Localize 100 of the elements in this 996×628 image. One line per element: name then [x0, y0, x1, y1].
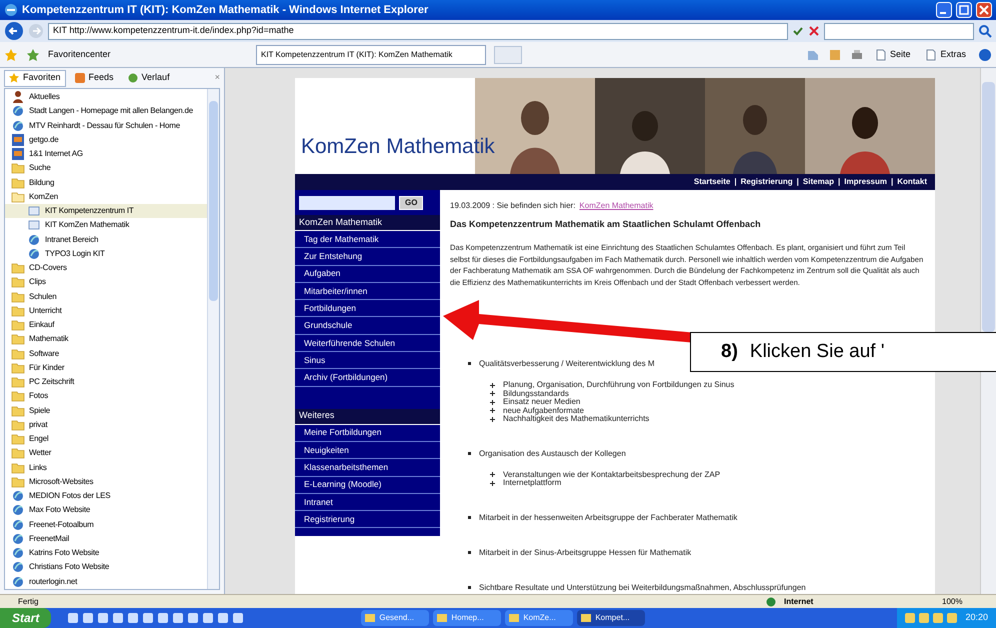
site-title: KomZen Mathematik	[301, 134, 495, 160]
folder-icon	[11, 446, 25, 460]
favorite-item[interactable]: Aktuelles	[5, 90, 207, 104]
browser-tab[interactable]: KIT Kompetenzzentrum IT (KIT): KomZen Mathematik	[256, 44, 486, 64]
folder-icon	[11, 404, 25, 418]
link-separator: |	[796, 176, 799, 188]
window-title: Kompetenzzentrum IT (KIT): KomZen Mathematik - Windows Internet Explorer	[22, 2, 430, 18]
favorite-item[interactable]: KIT Kompetenzzentrum IT	[5, 204, 207, 218]
favorite-item[interactable]: Fotos	[5, 389, 207, 404]
taskbar-button[interactable]: KomZe...	[505, 610, 574, 626]
favorite-item[interactable]: Christians Foto Website	[5, 560, 207, 574]
favorite-item[interactable]: PC Zeitschrift	[5, 375, 207, 390]
nav-link[interactable]: Startseite	[694, 176, 730, 188]
globe-icon	[11, 503, 25, 518]
favorite-item[interactable]: getgo.de	[5, 132, 207, 147]
tray-icon	[947, 613, 958, 623]
breadcrumb-link[interactable]: KomZen Mathematik	[579, 200, 654, 211]
toolbar-menu[interactable]: Seite	[872, 48, 914, 62]
bullet-text: Mitarbeit in der hessenweiten Arbeitsgruppe der Fachberater Mathematik	[479, 512, 738, 522]
nav-menu-item[interactable]: E-Learning (Moodle)	[295, 476, 440, 494]
browser-icon	[4, 3, 18, 17]
nav-menu-item[interactable]: Neuigkeiten	[295, 442, 440, 460]
nav-menu-item[interactable]: Archiv (Fortbildungen)	[295, 369, 440, 387]
taskbar-button[interactable]: Gesend...	[361, 610, 430, 626]
favorite-item[interactable]: Mathematik	[5, 332, 207, 346]
go-button[interactable]: GO	[399, 196, 424, 210]
favorite-item[interactable]: Microsoft-Websites	[5, 474, 207, 489]
favorite-item[interactable]: Software	[5, 346, 207, 361]
favorite-item[interactable]: Stadt Langen - Homepage mit allen Belangen.de	[5, 104, 207, 118]
nav-link[interactable]: Kontakt	[897, 176, 927, 188]
link-separator: |	[838, 176, 840, 188]
favorite-item[interactable]: CD-Covers	[5, 261, 207, 276]
close-icon	[976, 2, 992, 18]
link-separator: |	[734, 176, 737, 188]
scrollbar[interactable]	[980, 68, 996, 594]
nav-menu-item[interactable]: Aufgaben	[295, 266, 440, 283]
window-icon	[437, 613, 448, 623]
add-favorite-icon	[26, 48, 40, 62]
favorite-item[interactable]: KIT KomZen Mathematik	[5, 218, 207, 232]
nav-menu-item[interactable]: Fortbildungen	[295, 300, 440, 318]
favorites-label[interactable]: Favoritencenter	[48, 48, 248, 62]
favorite-item[interactable]: Wetter	[5, 446, 207, 460]
new-tab-button[interactable]	[494, 46, 522, 64]
favorite-item[interactable]: Max Foto Website	[5, 503, 207, 518]
start-button[interactable]: Start	[0, 608, 52, 628]
nav-menu-item[interactable]: Registrierung	[295, 511, 440, 528]
favorite-item[interactable]: 1&1 Internet AG	[5, 147, 207, 162]
nav-menu-item[interactable]: Grundschule	[295, 317, 440, 335]
taskbar-button[interactable]: Homep...	[433, 610, 502, 626]
favorite-item[interactable]: privat	[5, 418, 207, 432]
nav-menu-item[interactable]: Mitarbeiter/innen	[295, 282, 440, 300]
nav-menu-item[interactable]: Meine Fortbildungen	[295, 424, 440, 442]
nav-link[interactable]: Impressum	[844, 176, 887, 188]
favorite-item[interactable]: routerlogin.net	[5, 574, 207, 589]
favorite-item[interactable]: Clips	[5, 275, 207, 290]
favorite-item[interactable]: Katrins Foto Website	[5, 546, 207, 560]
favorite-item[interactable]: Engel	[5, 432, 207, 446]
favorite-item[interactable]: Spiele	[5, 404, 207, 418]
favorite-item[interactable]: MEDION Fotos der LES	[5, 489, 207, 504]
favorite-item[interactable]: Schulen	[5, 290, 207, 304]
nav-menu-item[interactable]: Intranet	[295, 494, 440, 512]
search-field[interactable]	[824, 22, 974, 40]
app-icon	[172, 612, 184, 624]
scrollbar[interactable]	[207, 89, 219, 589]
tray-icon	[919, 613, 930, 623]
favorite-item[interactable]: Unterricht	[5, 304, 207, 318]
favorite-item[interactable]: Bildung	[5, 176, 207, 190]
panel-tab[interactable]: Feeds	[70, 70, 119, 86]
zoom-level[interactable]: 100%	[942, 596, 992, 608]
favorite-item[interactable]: Freenet-Fotoalbum	[5, 518, 207, 532]
favorite-item[interactable]: FreenetMail	[5, 532, 207, 546]
nav-menu-item[interactable]: Zur Entstehung	[295, 248, 440, 266]
search-icon	[978, 24, 992, 38]
panel-tab[interactable]: Verlauf	[122, 70, 175, 86]
folder-icon	[11, 360, 25, 375]
folder-icon	[11, 460, 25, 475]
taskbar-button[interactable]: Kompet...	[577, 610, 646, 626]
app-icon	[127, 612, 140, 624]
address-field[interactable]: KIT http://www.kompetenzzentrum-it.de/index.php?id=mathe	[48, 22, 788, 40]
favorite-item[interactable]: TYPO3 Login KIT	[5, 246, 207, 261]
favorite-item[interactable]: Links	[5, 460, 207, 475]
search-field[interactable]	[299, 196, 395, 210]
nav-link[interactable]: Registrierung	[740, 176, 793, 188]
favorite-item[interactable]: MTV Reinhardt - Dessau für Schulen - Home	[5, 118, 207, 133]
nav-menu-item[interactable]: Weiterführende Schulen	[295, 334, 440, 352]
nav-menu-item[interactable]: Klassenarbeitsthemen	[295, 459, 440, 477]
favorite-item[interactable]: Suche	[5, 161, 207, 176]
nav-menu-item[interactable]: Sinus	[295, 352, 440, 370]
favorite-item[interactable]: Intranet Bereich	[5, 232, 207, 247]
toolbar-menu[interactable]: Extras	[922, 48, 970, 62]
page-icon	[926, 48, 936, 60]
globe-icon	[11, 574, 25, 589]
globe-icon	[11, 518, 25, 532]
nav-menu-item[interactable]: Tag der Mathematik	[295, 231, 440, 248]
favorite-item[interactable]: Für Kinder	[5, 360, 207, 375]
folder-icon	[11, 332, 25, 346]
panel-tab[interactable]: Favoriten	[4, 70, 66, 86]
nav-link[interactable]: Sitemap	[802, 176, 834, 188]
favorite-item[interactable]: Einkauf	[5, 318, 207, 332]
favorite-item[interactable]: KomZen	[5, 190, 207, 204]
